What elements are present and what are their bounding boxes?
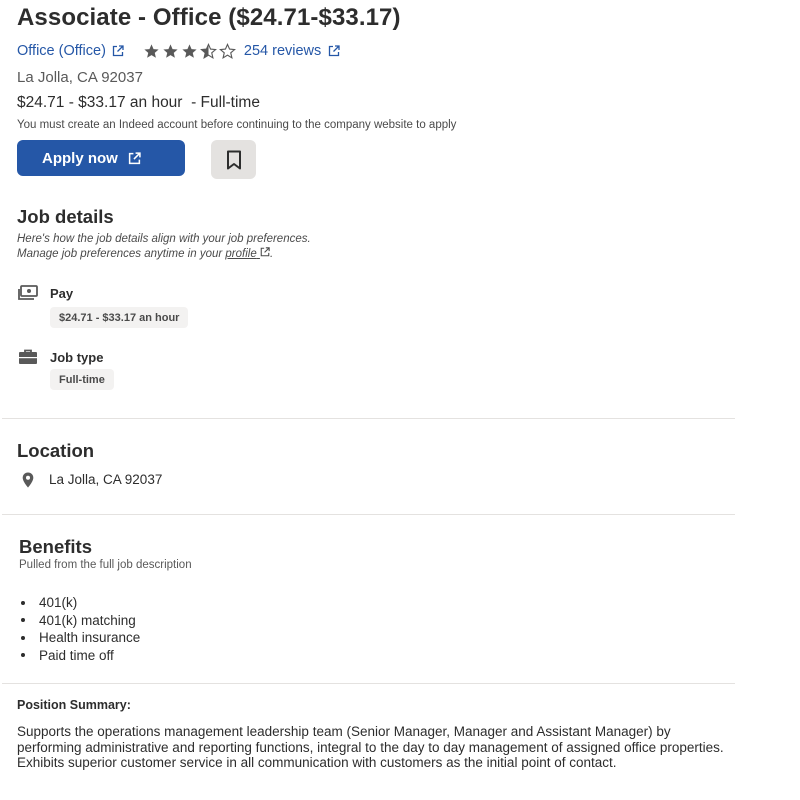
briefcase-icon [19, 349, 37, 364]
external-link-icon [260, 247, 270, 257]
list-item: Paid time off [21, 647, 140, 665]
star-full-icon [144, 43, 159, 58]
location-value: La Jolla, CA 92037 [49, 472, 163, 487]
salary-jobtype: $24.71 - $33.17 an hour - Full-time [17, 94, 260, 111]
save-job-button[interactable] [211, 140, 256, 179]
job-details-heading: Job details [17, 206, 114, 227]
apply-now-button[interactable]: Apply now [17, 140, 185, 176]
pay-label: Pay [50, 286, 74, 301]
map-pin-icon [22, 472, 34, 488]
bullet [21, 600, 25, 605]
list-item: 401(k) matching [21, 612, 140, 630]
benefits-heading: Benefits [19, 536, 92, 557]
benefits-subtitle: Pulled from the full job description [19, 559, 192, 571]
pay-pill[interactable]: $24.71 - $33.17 an hour [50, 307, 189, 328]
benefits-list: 401(k) 401(k) matching Health insurance … [21, 594, 140, 664]
list-item: Health insurance [21, 629, 140, 647]
job-type-pill[interactable]: Full-time [50, 369, 114, 390]
bookmark-icon [226, 150, 241, 169]
star-half-icon [199, 42, 217, 59]
job-location: La Jolla, CA 92037 [17, 69, 143, 86]
position-summary-heading: Position Summary: [17, 698, 131, 712]
bullet [21, 618, 25, 623]
company-row: Office (Office) 254 reviews [17, 42, 340, 60]
company-name: Office (Office) [17, 43, 106, 59]
location-heading: Location [17, 440, 95, 461]
star-empty-icon [218, 42, 236, 59]
position-summary-body: Supports the operations management leade… [17, 724, 724, 770]
bullet [21, 653, 25, 658]
money-icon [18, 285, 38, 300]
bullet [21, 635, 25, 640]
external-link-icon [329, 45, 340, 57]
job-details-line1: Here's how the job details align with yo… [17, 233, 311, 245]
job-title: Associate - Office ($24.71-$33.17) [17, 4, 401, 31]
divider [2, 514, 735, 515]
job-type-label: Job type [50, 350, 104, 365]
external-link-icon [128, 151, 141, 164]
divider [2, 418, 735, 419]
external-link-icon [112, 45, 124, 57]
rating-stars [143, 42, 236, 60]
list-item: 401(k) [21, 594, 140, 612]
divider [2, 683, 735, 684]
company-link[interactable]: Office (Office) [17, 43, 124, 59]
profile-link[interactable]: profile [225, 247, 270, 260]
reviews-count: 254 reviews [243, 43, 322, 59]
job-details-line2: Manage job preferences anytime in your p… [17, 247, 274, 260]
star-full-icon [182, 43, 197, 58]
apply-now-label: Apply now [42, 149, 118, 167]
star-full-icon [163, 43, 178, 58]
reviews-link[interactable]: 254 reviews [244, 43, 340, 59]
apply-notice: You must create an Indeed account before… [17, 119, 457, 131]
